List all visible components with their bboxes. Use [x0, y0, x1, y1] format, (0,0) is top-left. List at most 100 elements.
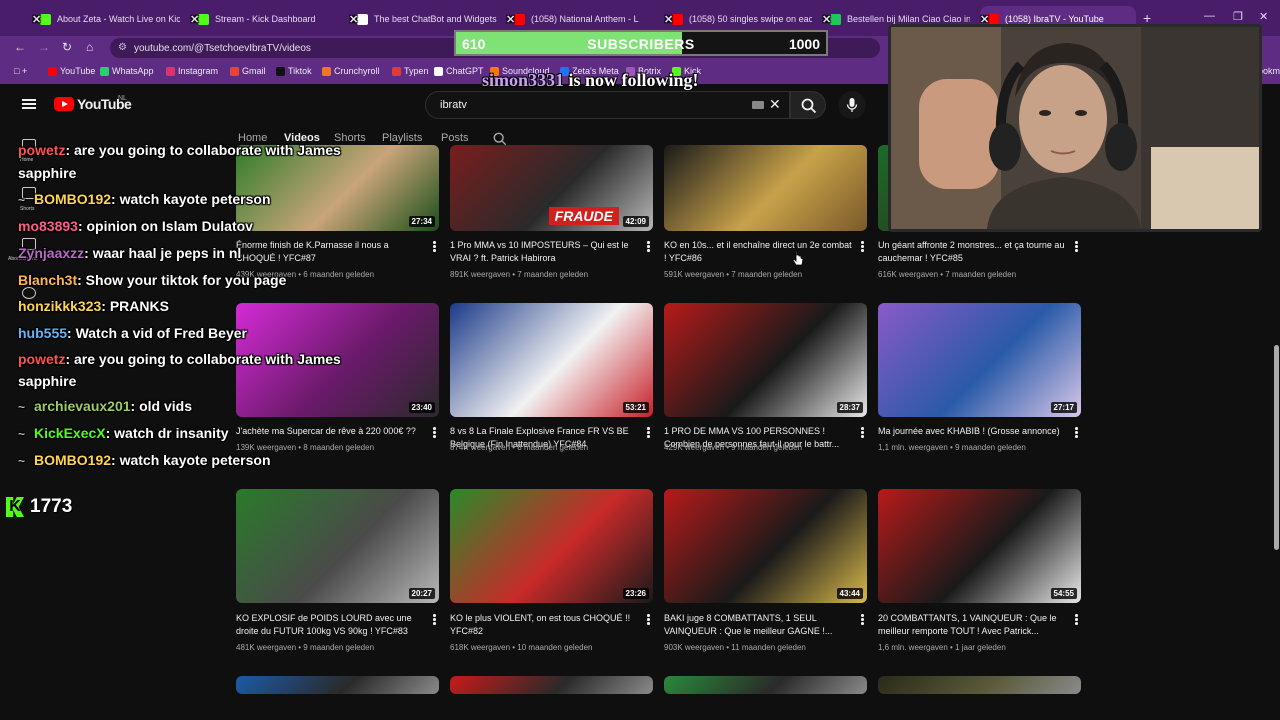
- kick-viewer-count: K 1773: [6, 496, 72, 518]
- video-duration: 42:09: [622, 216, 649, 227]
- video-metadata: 891K weergaven • 7 maanden geleden: [450, 270, 589, 279]
- chat-text: : watch dr insanity: [105, 425, 229, 441]
- reload-icon[interactable]: ↻: [62, 40, 72, 54]
- chat-message: Blanch3t: Show your tiktok for you page: [18, 272, 286, 288]
- browser-tab[interactable]: (1058) 50 singles swipe on each ✕: [664, 6, 820, 32]
- voice-search-button[interactable]: [838, 91, 866, 119]
- tab-posts[interactable]: Posts: [441, 132, 469, 144]
- chat-username: Zynjaaxzz: [18, 245, 85, 261]
- chat-username: honzikkk323: [18, 298, 102, 314]
- video-title[interactable]: KO le plus VIOLENT, on est tous CHOQUÉ !…: [450, 612, 640, 638]
- video-menu-icon[interactable]: [433, 427, 436, 438]
- video-menu-icon[interactable]: [1075, 427, 1078, 438]
- close-tab-icon[interactable]: ✕: [32, 13, 41, 26]
- country-code: NL: [118, 95, 127, 102]
- tab-playlists[interactable]: Playlists: [382, 132, 422, 144]
- bookmark-item[interactable]: YouTube: [48, 66, 95, 76]
- video-metadata: 1,6 mln. weergaven • 1 jaar geleden: [878, 643, 1006, 652]
- follow-alert: simon3331 is now following!: [482, 70, 699, 91]
- close-tab-icon[interactable]: ✕: [664, 13, 673, 26]
- bookmark-item[interactable]: Gmail: [230, 66, 266, 76]
- video-menu-icon[interactable]: [433, 241, 436, 252]
- video-menu-icon[interactable]: [647, 614, 650, 625]
- home-icon[interactable]: ⌂: [86, 40, 93, 54]
- site-info-icon[interactable]: ⚙: [118, 42, 127, 53]
- browser-tab[interactable]: About Zeta - Watch Live on Kick ✕: [32, 6, 188, 32]
- video-duration: 27:17: [1050, 402, 1077, 413]
- video-thumbnail[interactable]: 27:17: [878, 303, 1081, 417]
- bookmark-item[interactable]: Typen: [392, 66, 429, 76]
- bookmark-label: Typen: [404, 66, 429, 76]
- video-title[interactable]: 20 COMBATTANTS, 1 VAINQUEUR : Que le mei…: [878, 612, 1068, 638]
- back-icon[interactable]: ←: [14, 40, 26, 54]
- video-thumbnail[interactable]: 42:09 FRAUDE: [450, 145, 653, 231]
- video-menu-icon[interactable]: [1075, 614, 1078, 625]
- browser-tab[interactable]: (1058) National Anthem - L ✕: [506, 6, 662, 32]
- video-thumbnail[interactable]: 20:27: [236, 489, 439, 603]
- mouse-cursor-icon: [792, 250, 804, 266]
- forward-icon[interactable]: →: [38, 40, 50, 54]
- chat-text: : PRANKS: [101, 298, 169, 314]
- video-title[interactable]: Énorme finish de K.Parnasse il nous a CH…: [236, 239, 426, 265]
- video-thumbnail[interactable]: 43:44: [664, 489, 867, 603]
- video-title[interactable]: BAKI juge 8 COMBATTANTS, 1 SEUL VAINQUEU…: [664, 612, 854, 638]
- bookmark-item[interactable]: Tiktok: [276, 66, 312, 76]
- chat-text: : opinion on Islam Dulatov: [77, 218, 253, 234]
- bookmarks-folder-icon[interactable]: □ +: [14, 66, 27, 76]
- page-scrollbar[interactable]: [1274, 345, 1279, 550]
- keyboard-icon[interactable]: [752, 101, 764, 109]
- bookmark-item[interactable]: WhatsApp: [100, 66, 154, 76]
- video-menu-icon[interactable]: [433, 614, 436, 625]
- chat-username: hub555: [18, 325, 68, 341]
- video-title[interactable]: 1 Pro MMA vs 10 IMPOSTEURS – Qui est le …: [450, 239, 640, 265]
- video-thumbnail[interactable]: 54:55: [878, 489, 1081, 603]
- video-thumbnail[interactable]: 53:21: [450, 303, 653, 417]
- maximize-icon[interactable]: ❐: [1233, 10, 1243, 23]
- video-thumbnail[interactable]: [236, 676, 439, 694]
- video-menu-icon[interactable]: [861, 427, 864, 438]
- video-title[interactable]: Un géant affronte 2 monstres... et ça to…: [878, 239, 1068, 265]
- video-thumbnail[interactable]: [450, 676, 653, 694]
- bookmark-favicon-icon: [392, 66, 401, 76]
- search-button[interactable]: [790, 91, 826, 119]
- follow-alert-text: is now following!: [564, 70, 699, 90]
- bookmark-item[interactable]: ChatGPT: [434, 66, 484, 76]
- channel-search-icon[interactable]: [493, 132, 507, 146]
- close-tab-icon[interactable]: ✕: [506, 13, 515, 26]
- chat-text: : watch kayote peterson: [111, 452, 271, 468]
- video-menu-icon[interactable]: [1075, 241, 1078, 252]
- guide-menu-icon[interactable]: [22, 97, 36, 111]
- chat-text: sapphire: [18, 165, 77, 181]
- browser-tab[interactable]: Stream - Kick Dashboard ✕: [190, 6, 346, 32]
- tab-favicon-icon: [830, 13, 841, 25]
- bookmark-item[interactable]: Instagram: [166, 66, 218, 76]
- video-title[interactable]: Ma journée avec KHABIB ! (Grosse annonce…: [878, 425, 1068, 438]
- close-tab-icon[interactable]: ✕: [349, 13, 358, 26]
- video-thumbnail[interactable]: [664, 676, 867, 694]
- video-menu-icon[interactable]: [861, 241, 864, 252]
- video-menu-icon[interactable]: [647, 427, 650, 438]
- chat-badge-icon: ~: [18, 454, 26, 468]
- search-input[interactable]: ibratv ✕: [425, 91, 790, 119]
- minimize-icon[interactable]: —: [1204, 10, 1215, 22]
- video-title[interactable]: KO EXPLOSIF de POIDS LOURD avec une droi…: [236, 612, 426, 638]
- video-menu-icon[interactable]: [861, 614, 864, 625]
- video-menu-icon[interactable]: [647, 241, 650, 252]
- video-title[interactable]: J'achète ma Supercar de rêve à 220 000€ …: [236, 425, 426, 438]
- chat-message: powetz: are you going to collaborate wit…: [18, 142, 341, 158]
- clear-search-icon[interactable]: ✕: [769, 96, 781, 113]
- close-tab-icon[interactable]: ✕: [822, 13, 831, 26]
- video-thumbnail[interactable]: 23:26: [450, 489, 653, 603]
- browser-tab[interactable]: The best ChatBot and Widgets ✕: [349, 6, 505, 32]
- video-thumbnail[interactable]: [664, 145, 867, 231]
- bookmark-item[interactable]: Crunchyroll: [322, 66, 380, 76]
- close-tab-icon[interactable]: ✕: [190, 13, 199, 26]
- bookmark-favicon-icon: [322, 66, 331, 76]
- close-window-icon[interactable]: ✕: [1259, 10, 1268, 23]
- video-thumbnail[interactable]: [878, 676, 1081, 694]
- chat-message: Zynjaaxzz: waar haal je peps in nl: [18, 245, 241, 261]
- video-title[interactable]: KO en 10s... et il enchaîne direct un 2e…: [664, 239, 854, 265]
- bookmark-label: ChatGPT: [446, 66, 484, 76]
- video-thumbnail[interactable]: 28:37: [664, 303, 867, 417]
- subscriber-goal: 1000: [788, 36, 820, 52]
